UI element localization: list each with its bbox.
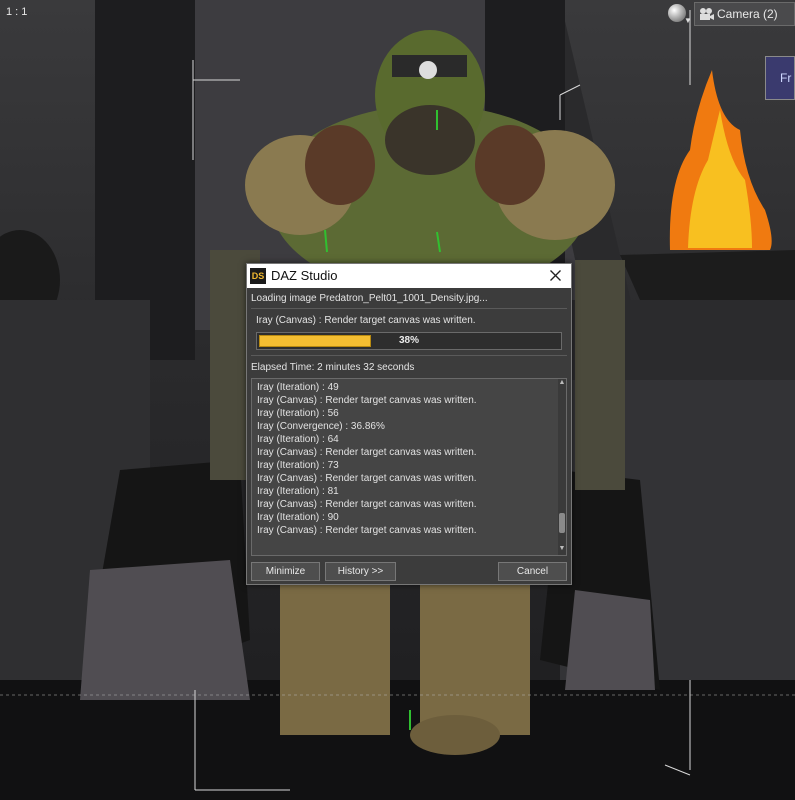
- log-line: Iray (Iteration) : 73: [257, 460, 339, 471]
- progress-bar: 38%: [256, 332, 562, 350]
- render-progress-dialog: DS DAZ Studio Loading image Predatron_Pe…: [246, 263, 572, 585]
- minimize-button[interactable]: Minimize: [251, 562, 320, 581]
- log-line: Iray (Convergence) : 36.86%: [257, 421, 385, 432]
- cancel-button[interactable]: Cancel: [498, 562, 567, 581]
- scroll-down-icon[interactable]: ▼: [558, 545, 566, 553]
- dialog-title: DAZ Studio: [271, 268, 338, 283]
- close-button[interactable]: [544, 266, 568, 286]
- scroll-thumb[interactable]: [559, 513, 565, 533]
- render-status: Iray (Canvas) : Render target canvas was…: [256, 315, 476, 326]
- camera-select[interactable]: Camera (2): [694, 2, 795, 26]
- view-cube[interactable]: Fr: [765, 56, 795, 100]
- view-cube-label: Fr: [780, 71, 792, 85]
- progress-label: 38%: [398, 335, 419, 346]
- divider: [251, 355, 567, 356]
- log-line: Iray (Canvas) : Render target canvas was…: [257, 473, 477, 484]
- camera-widget[interactable]: ▼ Camera (2): [668, 2, 795, 26]
- render-log[interactable]: Iray (Iteration) : 49 Iray (Canvas) : Ren…: [251, 378, 567, 556]
- close-icon: [550, 270, 561, 281]
- log-scrollbar[interactable]: ▲ ▼: [558, 379, 566, 555]
- log-line: Iray (Canvas) : Render target canvas was…: [257, 525, 477, 536]
- log-line: Iray (Iteration) : 90: [257, 512, 339, 523]
- camera-label: Camera (2): [717, 7, 778, 21]
- camera-icon: [700, 8, 714, 20]
- log-list: Iray (Iteration) : 49 Iray (Canvas) : Ren…: [257, 381, 477, 537]
- log-line: Iray (Canvas) : Render target canvas was…: [257, 447, 477, 458]
- elapsed-time: Elapsed Time: 2 minutes 32 seconds: [251, 362, 415, 373]
- daz-studio-logo-icon: DS: [250, 268, 266, 284]
- divider: [251, 308, 567, 309]
- log-line: Iray (Iteration) : 81: [257, 486, 339, 497]
- log-line: Iray (Iteration) : 49: [257, 382, 339, 393]
- log-line: Iray (Iteration) : 56: [257, 408, 339, 419]
- log-line: Iray (Canvas) : Render target canvas was…: [257, 395, 477, 406]
- history-button[interactable]: History >>: [325, 562, 396, 581]
- loading-status: Loading image Predatron_Pelt01_1001_Dens…: [251, 293, 488, 304]
- log-line: Iray (Canvas) : Render target canvas was…: [257, 499, 477, 510]
- scroll-up-icon[interactable]: ▲: [558, 379, 566, 387]
- zoom-level: 1 : 1: [6, 6, 28, 18]
- dialog-titlebar[interactable]: DS DAZ Studio: [247, 264, 571, 288]
- chevron-down-icon[interactable]: ▼: [684, 16, 692, 25]
- log-line: Iray (Iteration) : 64: [257, 434, 339, 445]
